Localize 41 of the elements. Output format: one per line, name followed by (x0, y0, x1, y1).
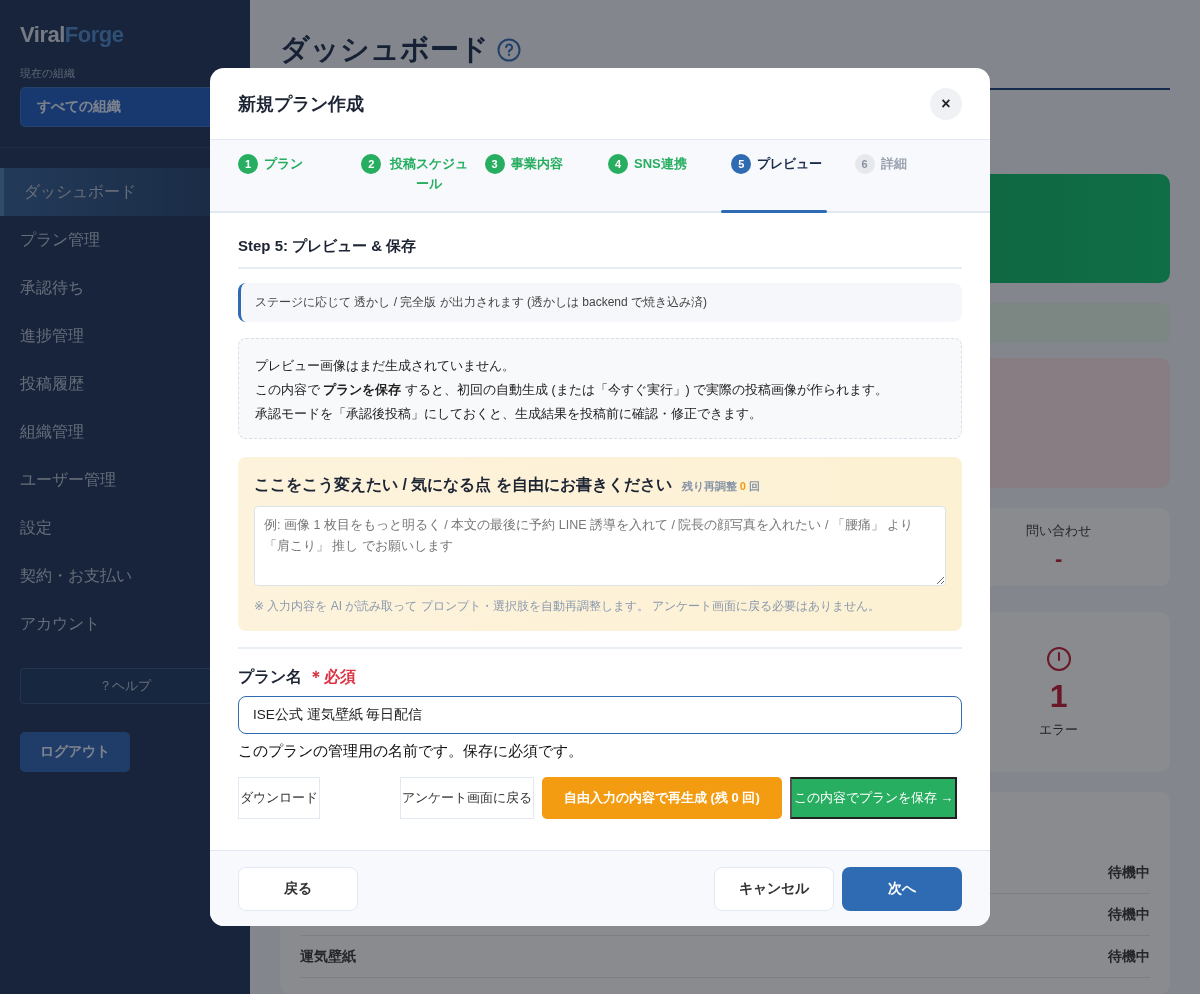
required-mark: ＊必須 (308, 667, 356, 687)
cancel-button[interactable]: キャンセル (714, 866, 834, 911)
stat-value: - (1055, 546, 1063, 572)
feedback-field[interactable]: 例: 画像 1 枚目をもっと明るく / 本文の最後に予約 LINE 誘導を入れて / 院長の顔写真を入れたい / 「腰痛」 より「肩こり」 推し でお願いします (254, 506, 946, 586)
action-button[interactable]: アンケート画面に戻る (400, 777, 534, 819)
logo: ViralForge (20, 22, 125, 48)
action-button[interactable]: この内容でプランを保存 → (789, 777, 958, 819)
logout-button[interactable]: ログアウト (20, 732, 130, 772)
stat-label: エラー (1039, 720, 1079, 739)
help-icon[interactable] (497, 38, 521, 62)
feedback-note: ※ 入力内容を AI が読み取って プロンプト・選択肢を自動再調整します。 アンケート画面に戻る必要はありません。 (254, 598, 882, 615)
error-count: 1 (1049, 677, 1068, 715)
status-text: 待機中 (1108, 947, 1150, 966)
notice-text: 承認モードを「承認後投稿」にしておくと、生成結果を投稿前に確認・修正できます。 (255, 406, 763, 423)
back-button[interactable]: 戻る (238, 866, 358, 911)
step-tab[interactable]: 6 詳細 (846, 140, 970, 211)
remaining-count: 残り再調整 0 回 (681, 479, 761, 494)
status-text: 待機中 (1108, 863, 1150, 882)
action-button[interactable]: 自由入力の内容で再生成 (残 0 回) (542, 777, 782, 819)
info-note: ステージに応じて 透かし / 完全版 が出力されます (透かしは backend で焼き込み済) (238, 283, 962, 322)
row-name: 運気壁紙 (300, 947, 356, 966)
stat-label: 問い合わせ (1026, 522, 1092, 540)
feedback-title: ここをこう変えたい / 気になる点 を自由にお書きください (254, 475, 672, 496)
status-text: 待機中 (1108, 905, 1150, 924)
next-button[interactable]: 次へ (842, 866, 962, 911)
org-label: 現在の組織 (20, 66, 76, 81)
section-title: Step 5: プレビュー & 保存 (238, 237, 962, 269)
action-button[interactable]: ダウンロード (238, 777, 320, 819)
step-tab[interactable]: 4 SNS連携 (600, 140, 724, 211)
step-tab[interactable]: 2 投稿スケジュール (353, 140, 477, 211)
notice-text: この内容で プランを保存 すると、初回の自動生成 (または「今すぐ実行」) で実際の投稿画像が作られます。 (255, 382, 890, 399)
notice-text: プレビュー画像はまだ生成されていません。 (255, 358, 516, 375)
page-title: ダッシュボード (280, 32, 489, 67)
plan-name-field[interactable]: ISE公式 運気壁紙 毎日配信 (238, 696, 962, 734)
step-tab[interactable]: 3 事業内容 (476, 140, 600, 211)
modal-title: 新規プラン作成 (238, 92, 364, 116)
alert-icon (1045, 645, 1072, 672)
field-label: プラン名 (238, 667, 302, 687)
step-tab[interactable]: 5 プレビュー (723, 140, 847, 211)
help-text: このプランの管理用の名前です。保存に必須です。 (238, 742, 584, 761)
close-button[interactable]: × (930, 87, 962, 120)
